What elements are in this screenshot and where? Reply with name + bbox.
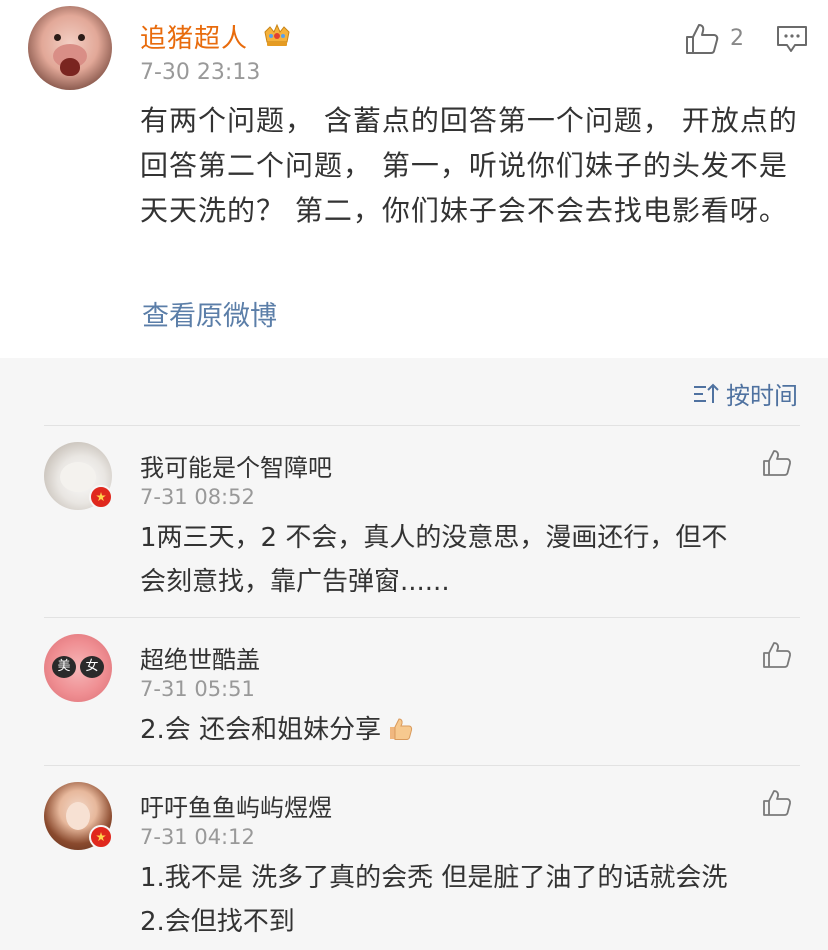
verified-badge-icon bbox=[89, 825, 113, 849]
post-time: 7-30 23:13 bbox=[140, 60, 261, 85]
commenter-name[interactable]: 吁吁鱼鱼屿屿煜煜 bbox=[140, 788, 332, 823]
thumbs-up-icon[interactable] bbox=[762, 641, 792, 669]
comment-time: 7-31 04:12 bbox=[140, 825, 255, 849]
sort-toggle[interactable]: 按时间 bbox=[692, 376, 798, 411]
avatar-mouth bbox=[60, 58, 80, 76]
sort-label: 按时间 bbox=[726, 382, 798, 410]
avatar-face bbox=[66, 802, 90, 830]
commenter-name[interactable]: 超绝世酷盖 bbox=[140, 640, 260, 675]
thumbs-up-icon bbox=[686, 24, 719, 54]
comments-area: 按时间 我可能是个智障吧 7-31 08:52 1两三天，2 不会，真人的没意思… bbox=[0, 358, 828, 950]
divider bbox=[44, 425, 800, 426]
comment-text-line: 2.会 还会和姐妹分享 bbox=[140, 708, 790, 752]
avatar-cat bbox=[60, 462, 96, 492]
comment-text-line: 2.会但找不到 bbox=[140, 907, 295, 937]
view-original-link[interactable]: 查看原微博 bbox=[142, 294, 277, 333]
comment-time: 7-31 08:52 bbox=[140, 485, 255, 509]
comment-text-line: 1两三天，2 不会，真人的没意思，漫画还行，但不 bbox=[140, 523, 728, 553]
author-avatar[interactable] bbox=[28, 6, 112, 90]
comment-text-line: 会刻意找，靠广告弹窗...... bbox=[140, 567, 450, 597]
main-post: 追猪超人 7-30 23:13 2 有两个问题， 含蓄点的回答第一个问题， 开放… bbox=[0, 0, 828, 358]
commenter-avatar[interactable]: 美 女 bbox=[44, 634, 112, 702]
thumbs-up-icon[interactable] bbox=[762, 789, 792, 817]
post-text: 有两个问题， 含蓄点的回答第一个问题， 开放点的回答第二个问题， 第一，听说你们… bbox=[140, 104, 798, 227]
avatar-eye bbox=[54, 34, 61, 41]
comment-text-line: 1.我不是 洗多了真的会秃 但是脏了油了的话就会洗 bbox=[140, 863, 728, 893]
verified-badge-icon bbox=[89, 485, 113, 509]
thumbs-up-icon[interactable] bbox=[762, 449, 792, 477]
thumbs-up-emoji bbox=[390, 718, 413, 740]
avatar-glasses-right: 女 bbox=[80, 656, 104, 678]
comment-icon[interactable] bbox=[776, 24, 808, 54]
sort-icon bbox=[694, 383, 719, 403]
crown-vip-icon bbox=[264, 23, 290, 46]
avatar-glasses-left: 美 bbox=[52, 656, 76, 678]
commenter-name[interactable]: 我可能是个智障吧 bbox=[140, 448, 332, 483]
divider bbox=[44, 765, 800, 766]
author-name[interactable]: 追猪超人 bbox=[140, 18, 248, 55]
comment-text: 2.会 还会和姐妹分享 bbox=[140, 715, 382, 745]
like-count: 2 bbox=[730, 26, 744, 51]
avatar-eye bbox=[78, 34, 85, 41]
comment-time: 7-31 05:51 bbox=[140, 677, 255, 701]
divider bbox=[44, 617, 800, 618]
